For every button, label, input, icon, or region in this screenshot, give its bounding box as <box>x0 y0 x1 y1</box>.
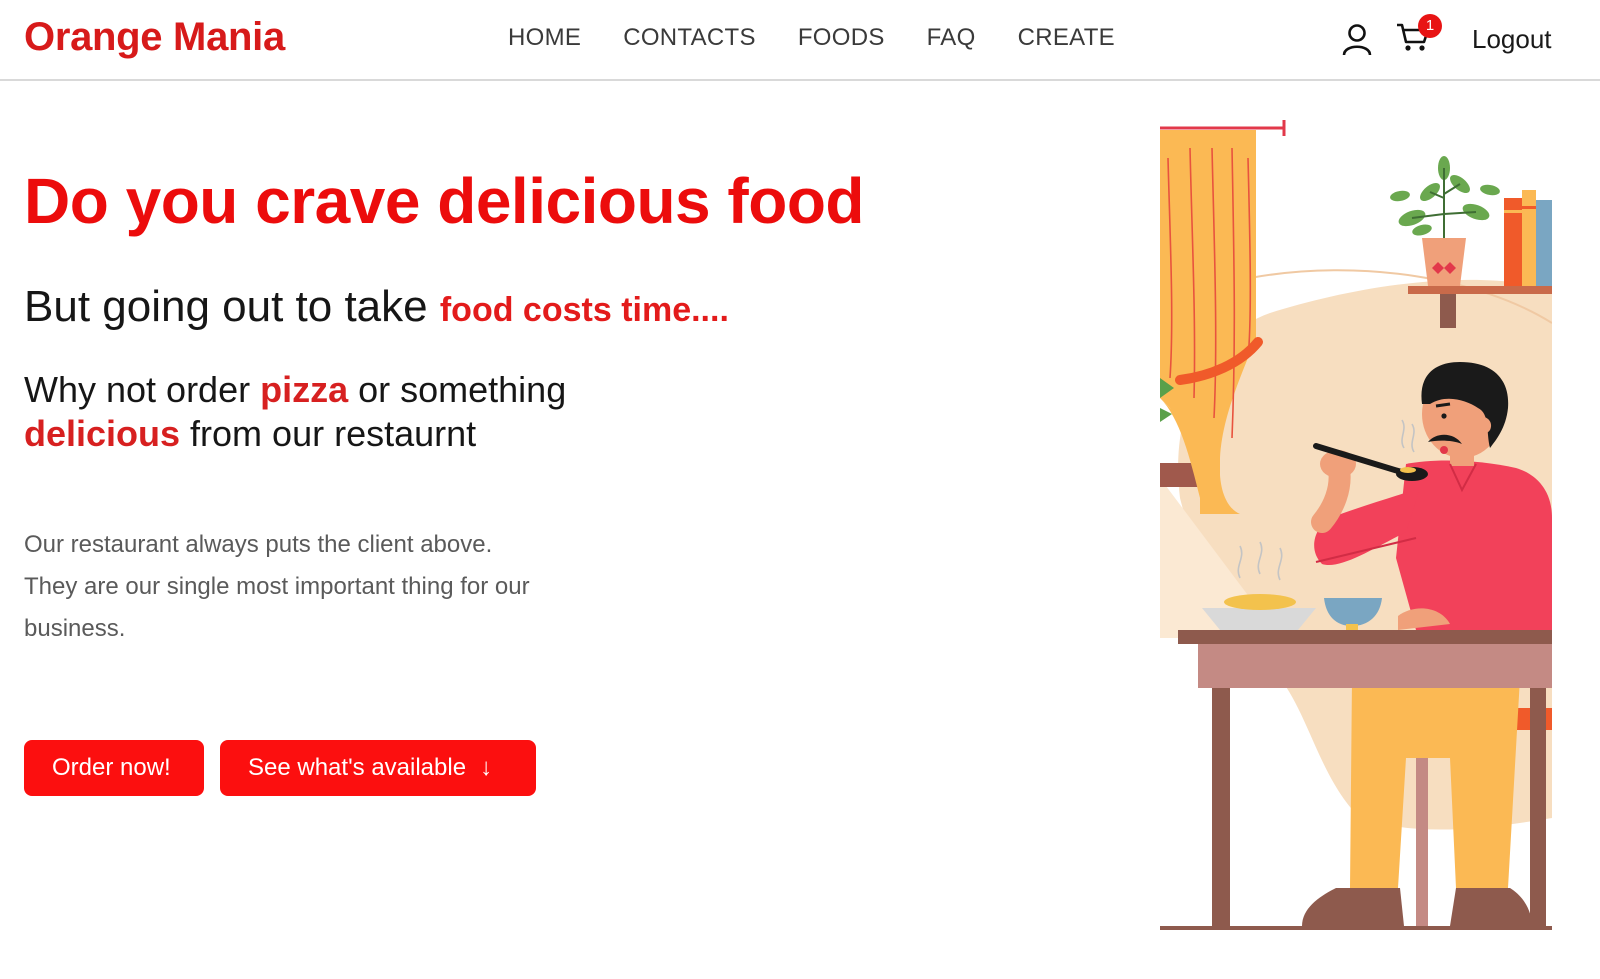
man-eating-illustration <box>1160 120 1552 930</box>
tagline-text-b: or something <box>348 369 567 410</box>
nav-contacts[interactable]: CONTACTS <box>623 24 756 52</box>
tagline-pizza: pizza <box>260 369 349 410</box>
nav-create[interactable]: CREATE <box>1018 24 1115 52</box>
shirt <box>1396 460 1552 630</box>
nav-faq[interactable]: FAQ <box>927 24 976 52</box>
navbar: Orange Mania HOME CONTACTS FOODS FAQ CRE… <box>0 0 1600 81</box>
hero-description: Our restaurant always puts the client ab… <box>24 531 530 642</box>
cart-count-badge: 1 <box>1418 14 1442 38</box>
order-now-button[interactable]: Order now! <box>24 740 204 796</box>
brand-logo[interactable]: Orange Mania <box>24 15 285 60</box>
tagline-text-c: from our restaurnt <box>180 413 477 454</box>
nav-foods[interactable]: FOODS <box>798 24 885 52</box>
hero-subtitle: But going out to take food costs time...… <box>24 282 729 332</box>
see-available-label: See what's available <box>248 754 467 781</box>
user-icon[interactable] <box>1340 22 1374 56</box>
table-top <box>1178 630 1552 644</box>
tagline-text-a: Why not order <box>24 369 261 410</box>
nav-home[interactable]: HOME <box>508 24 581 52</box>
see-available-button[interactable]: See what's available ↓ <box>220 740 536 796</box>
tagline-delicious: delicious <box>24 413 181 454</box>
nav-actions: 1 Logout <box>1320 0 1600 79</box>
arrow-down-icon: ↓ <box>480 754 493 781</box>
cart-button[interactable]: 1 <box>1396 14 1442 58</box>
main-nav: HOME CONTACTS FOODS FAQ CREATE <box>508 24 1157 52</box>
hero-tagline: Why not order pizza or something delicio… <box>24 368 644 456</box>
hero-subtitle-text: But going out to take <box>24 282 440 331</box>
hero-title: Do you crave delicious food <box>24 165 865 237</box>
hero-subtitle-highlight: food costs time.... <box>439 291 729 329</box>
logout-link[interactable]: Logout <box>1472 24 1552 55</box>
